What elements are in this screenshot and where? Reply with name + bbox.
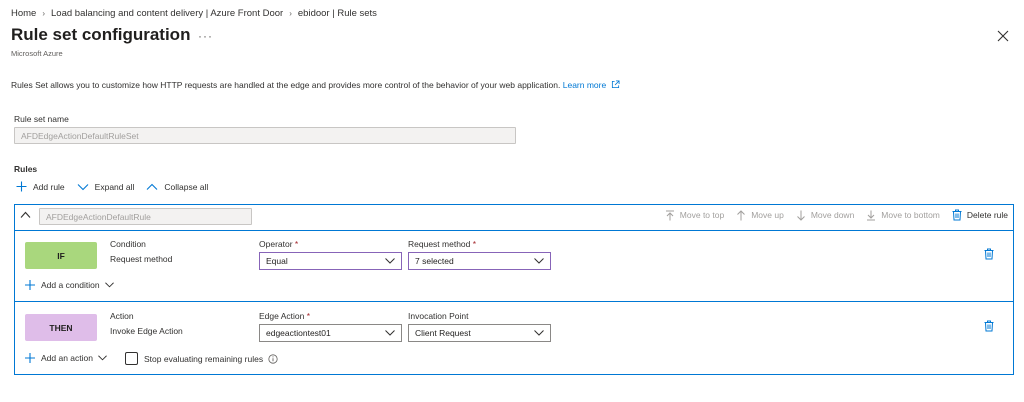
- plus-icon: [16, 181, 27, 192]
- chevron-right-icon: ›: [42, 9, 46, 18]
- plus-icon: [25, 280, 35, 290]
- move-to-bottom-label: Move to bottom: [881, 210, 940, 220]
- edge-action-label: Edge Action *: [259, 311, 311, 321]
- arrow-up-icon: [737, 209, 746, 220]
- description-text: Rules Set allows you to customize how HT…: [11, 80, 561, 90]
- chevron-up-icon: [146, 183, 158, 190]
- move-down-label: Move down: [810, 210, 855, 220]
- move-down-button[interactable]: Move down: [796, 210, 854, 221]
- delete-rule-button[interactable]: Delete rule: [952, 209, 1008, 221]
- trash-icon: [984, 320, 994, 332]
- collapse-all-button[interactable]: Collapse all: [146, 182, 208, 192]
- action-heading: Action: [110, 311, 134, 321]
- rule-set-name-input: AFDEdgeActionDefaultRuleSet: [14, 127, 516, 144]
- operator-dropdown[interactable]: Equal: [259, 252, 402, 270]
- condition-divider: [15, 301, 1013, 302]
- add-rule-button[interactable]: Add rule: [16, 181, 65, 192]
- operator-value: Equal: [266, 256, 288, 266]
- move-up-button[interactable]: Move up: [736, 209, 784, 221]
- breadcrumb-rule-sets[interactable]: ebidoor | Rule sets: [298, 8, 377, 19]
- external-link-icon: [611, 80, 620, 89]
- add-rule-label: Add rule: [33, 181, 65, 192]
- plus-icon: [25, 353, 35, 363]
- rules-toolbar: Add rule Expand all Collapse all: [16, 181, 220, 192]
- expand-all-label: Expand all: [94, 181, 135, 192]
- more-options-button[interactable]: ···: [198, 29, 213, 43]
- arrow-down-icon: [796, 210, 805, 221]
- expand-all-button[interactable]: Expand all: [77, 181, 135, 192]
- stop-evaluating-option: Stop evaluating remaining rules: [125, 352, 278, 365]
- add-condition-button[interactable]: Add a condition: [25, 280, 114, 290]
- chevron-down-icon: [98, 355, 107, 361]
- edge-action-dropdown[interactable]: edgeactiontest01: [259, 324, 402, 342]
- add-condition-label: Add a condition: [41, 280, 100, 290]
- info-icon[interactable]: [268, 353, 278, 364]
- action-type: Invoke Edge Action: [110, 326, 183, 336]
- breadcrumb-home[interactable]: Home: [11, 8, 36, 19]
- request-method-value: 7 selected: [415, 256, 454, 266]
- collapse-rule-button[interactable]: [20, 211, 31, 222]
- stop-evaluating-checkbox[interactable]: [125, 352, 138, 365]
- condition-type: Request method: [110, 254, 173, 264]
- delete-rule-label: Delete rule: [966, 210, 1008, 220]
- chevron-down-icon: [534, 330, 544, 336]
- rule-header-divider: [15, 230, 1013, 231]
- move-to-bottom-icon: [867, 210, 876, 220]
- page-subtitle: Microsoft Azure: [11, 49, 63, 58]
- request-method-dropdown[interactable]: 7 selected: [408, 252, 551, 270]
- chevron-down-icon: [385, 258, 395, 264]
- chevron-down-icon: [385, 330, 395, 336]
- request-method-label: Request method *: [408, 239, 477, 249]
- delete-condition-button[interactable]: [984, 248, 994, 263]
- rule-set-name-label: Rule set name: [14, 114, 69, 124]
- delete-action-button[interactable]: [984, 320, 994, 335]
- rule-name-input: AFDEdgeActionDefaultRule: [39, 208, 252, 225]
- learn-more-link[interactable]: Learn more: [563, 80, 620, 90]
- move-to-bottom-button[interactable]: Move to bottom: [866, 210, 940, 221]
- trash-icon: [952, 209, 962, 221]
- move-to-top-icon: [665, 210, 674, 220]
- invocation-point-dropdown[interactable]: Client Request: [408, 324, 551, 342]
- required-marker: *: [294, 239, 299, 249]
- breadcrumb-front-door[interactable]: Load balancing and content delivery | Az…: [51, 8, 283, 19]
- stop-evaluating-label: Stop evaluating remaining rules: [144, 353, 264, 364]
- invocation-point-label: Invocation Point: [408, 311, 469, 321]
- if-badge: IF: [25, 242, 97, 269]
- rule-header-actions: Move to top Move up Move down Move to bo…: [653, 209, 1008, 221]
- required-marker: *: [306, 311, 311, 321]
- rules-section-label: Rules: [14, 164, 38, 174]
- chevron-down-icon: [534, 258, 544, 264]
- close-icon: [997, 30, 1009, 42]
- breadcrumb: Home › Load balancing and content delive…: [11, 8, 377, 19]
- move-up-label: Move up: [751, 210, 784, 220]
- chevron-right-icon: ›: [289, 9, 292, 18]
- collapse-all-label: Collapse all: [164, 181, 209, 192]
- close-button[interactable]: [996, 29, 1010, 43]
- chevron-up-icon: [20, 211, 31, 218]
- condition-heading: Condition: [110, 239, 146, 249]
- required-marker: *: [472, 239, 477, 249]
- then-badge: THEN: [25, 314, 97, 341]
- add-action-button[interactable]: Add an action: [25, 353, 107, 363]
- chevron-down-icon: [104, 282, 114, 288]
- operator-label: Operator *: [259, 239, 299, 249]
- page-description: Rules Set allows you to customize how HT…: [11, 80, 620, 90]
- page-title: Rule set configuration: [11, 25, 191, 44]
- edge-action-value: edgeactiontest01: [266, 328, 331, 338]
- trash-icon: [984, 248, 994, 260]
- move-to-top-button[interactable]: Move to top: [665, 210, 724, 221]
- chevron-down-icon: [77, 183, 89, 190]
- invocation-point-value: Client Request: [415, 328, 471, 338]
- move-to-top-label: Move to top: [679, 210, 725, 220]
- add-action-label: Add an action: [41, 353, 93, 363]
